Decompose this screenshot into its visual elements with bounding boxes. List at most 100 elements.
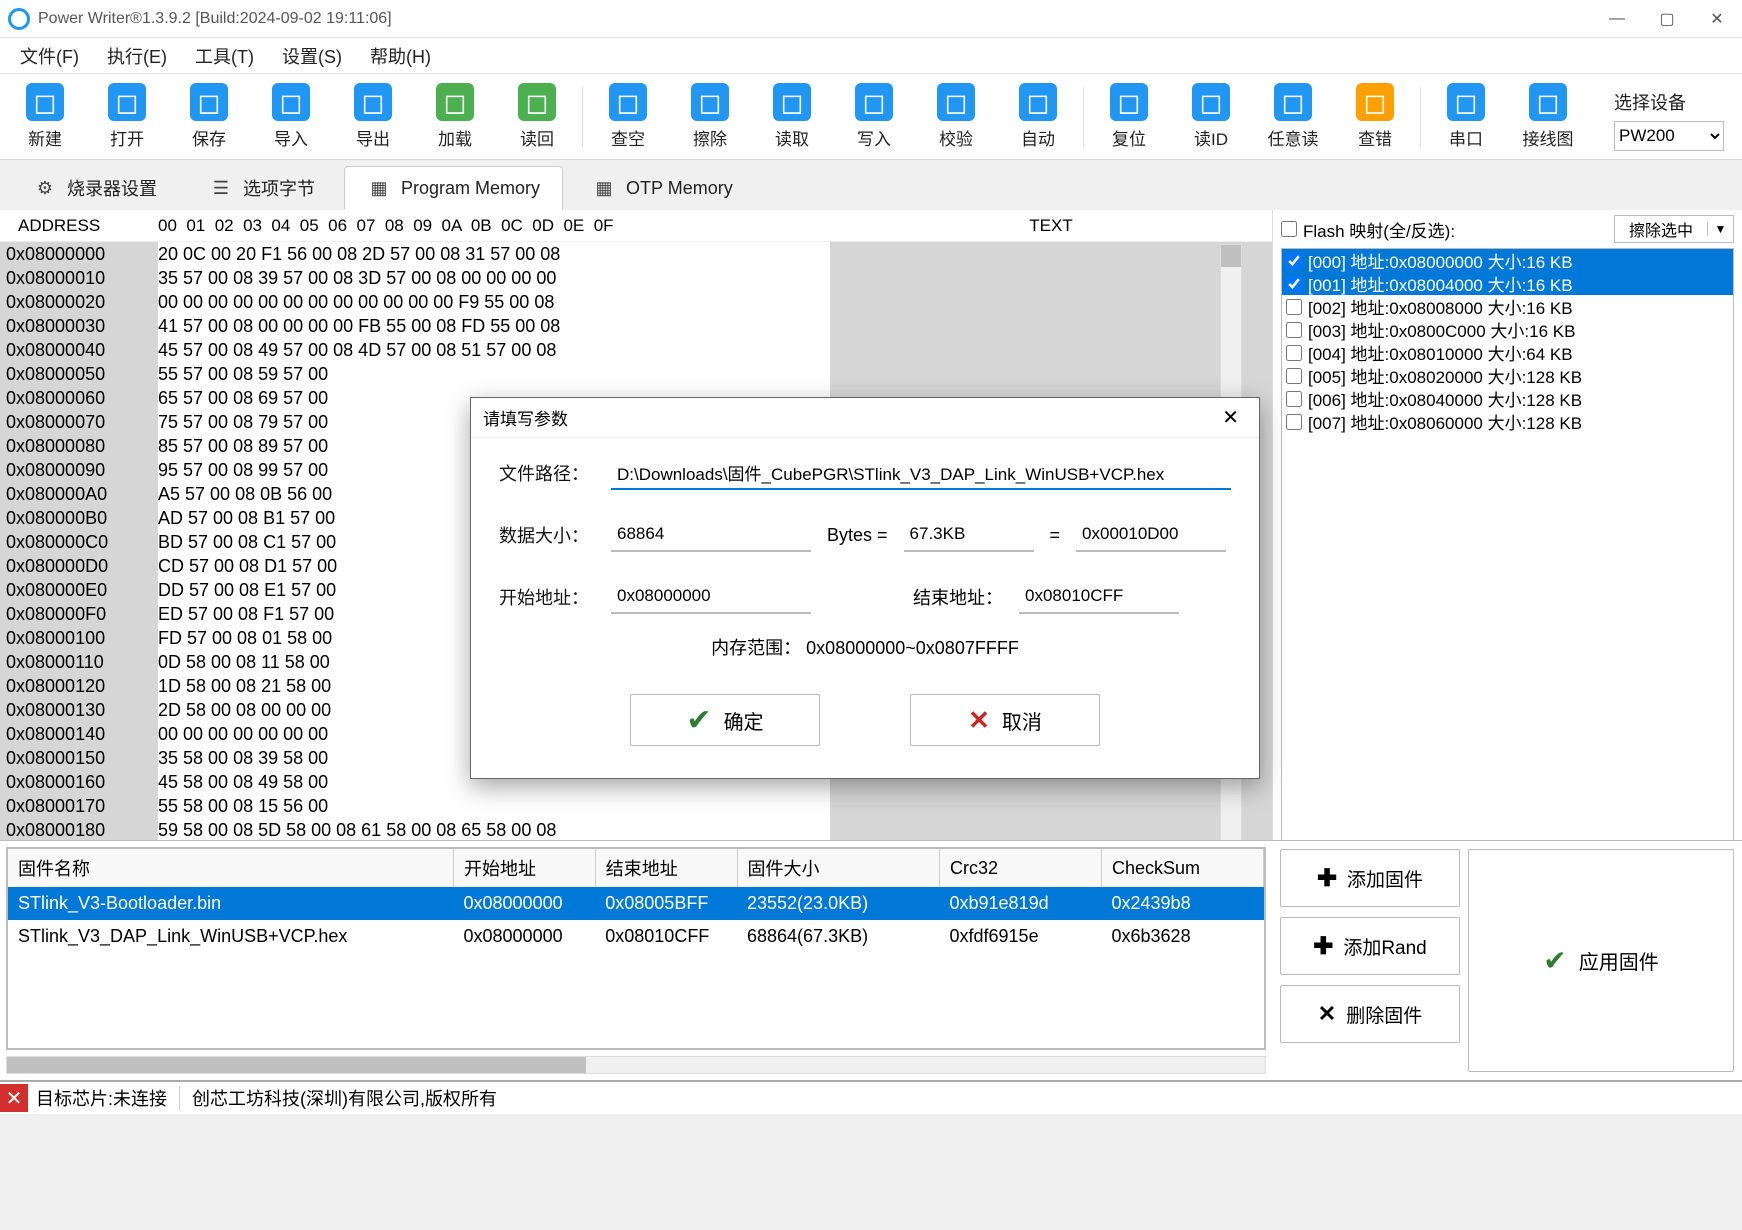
firmware-row[interactable]: STlink_V3-Bootloader.bin0x080000000x0800… [8, 887, 1264, 920]
apply-firmware-button[interactable]: ✔ 应用固件 [1468, 849, 1734, 1072]
dialog-ok-button[interactable]: ✔ 确定 [630, 694, 820, 746]
dialog-cancel-button[interactable]: ✕ 取消 [910, 694, 1100, 746]
maximize-button[interactable]: ▢ [1642, 0, 1692, 38]
menu-item[interactable]: 帮助(H) [356, 39, 445, 73]
hex-row[interactable]: 0x0800005055 57 00 08 59 57 00 [0, 362, 1272, 386]
end-addr-input[interactable] [1019, 580, 1179, 614]
tab[interactable]: ▦OTP Memory [569, 166, 756, 210]
hex-row[interactable]: 0x0800002000 00 00 00 00 00 00 00 00 00 … [0, 290, 1272, 314]
toolbar-button[interactable]: ◻复位 [1088, 76, 1170, 158]
dialog-close-button[interactable]: ✕ [1214, 401, 1247, 434]
toolbar-button[interactable]: ◻擦除 [669, 76, 751, 158]
flash-item-checkbox[interactable] [1286, 414, 1302, 430]
device-select-dropdown[interactable]: PW200 [1614, 121, 1724, 151]
flash-item-checkbox[interactable] [1286, 368, 1302, 384]
toolbar-button[interactable]: ◻任意读 [1252, 76, 1334, 158]
flash-select-all-checkbox[interactable] [1281, 221, 1297, 237]
flash-list-item[interactable]: [003] 地址:0x0800C000 大小:16 KB [1282, 318, 1733, 341]
add-rand-button[interactable]: ✚ 添加Rand [1280, 917, 1460, 975]
delete-firmware-button[interactable]: ✕ 删除固件 [1280, 985, 1460, 1043]
x-icon: ✕ [968, 705, 990, 736]
hex-row[interactable]: 0x0800004045 57 00 08 49 57 00 08 4D 57 … [0, 338, 1272, 362]
tab[interactable]: ▦Program Memory [344, 166, 563, 210]
toolbar-button[interactable]: ◻查空 [587, 76, 669, 158]
hex-bytes: 55 58 00 08 15 56 00 [158, 794, 830, 818]
flash-list-item[interactable]: [007] 地址:0x08060000 大小:128 KB [1282, 410, 1733, 433]
flash-item-checkbox[interactable] [1286, 276, 1302, 292]
firmware-col-header[interactable]: 开始地址 [454, 849, 596, 887]
toolbar-button[interactable]: ◻加载 [414, 76, 496, 158]
firmware-row[interactable]: STlink_V3_DAP_Link_WinUSB+VCP.hex0x08000… [8, 920, 1264, 953]
hex-text [830, 242, 1272, 266]
toolbar-button[interactable]: ◻新建 [4, 76, 86, 158]
toolbar-button[interactable]: ◻读ID [1170, 76, 1252, 158]
toolbar-button[interactable]: ◻接线图 [1507, 76, 1589, 158]
tab[interactable]: ☰选项字节 [186, 166, 338, 210]
flash-list-item[interactable]: [006] 地址:0x08040000 大小:128 KB [1282, 387, 1733, 410]
flash-item-label: [006] 地址:0x08040000 大小:128 KB [1308, 386, 1582, 411]
menu-item[interactable]: 文件(F) [6, 39, 93, 73]
tab-label: 选项字节 [243, 175, 315, 201]
flash-item-checkbox[interactable] [1286, 299, 1302, 315]
hex-address: 0x08000140 [0, 722, 158, 746]
toolbar-icon: ◻ [1529, 83, 1567, 121]
data-size-input[interactable] [611, 518, 811, 552]
toolbar-button[interactable]: ◻校验 [915, 76, 997, 158]
toolbar-button[interactable]: ◻串口 [1425, 76, 1507, 158]
menu-item[interactable]: 执行(E) [93, 39, 181, 73]
firmware-cell: 0x08010CFF [595, 920, 737, 953]
data-size-kb-input[interactable] [904, 518, 1034, 552]
hex-header-row: ADDRESS 00 01 02 03 04 05 06 07 08 09 0A… [0, 210, 1272, 242]
toolbar-button[interactable]: ◻保存 [168, 76, 250, 158]
add-firmware-button[interactable]: ✚ 添加固件 [1280, 849, 1460, 907]
tab-label: Program Memory [401, 178, 540, 199]
flash-item-checkbox[interactable] [1286, 391, 1302, 407]
hex-row[interactable]: 0x0800001035 57 00 08 39 57 00 08 3D 57 … [0, 266, 1272, 290]
firmware-scrollbar-horizontal[interactable] [6, 1056, 1266, 1074]
flash-header-label: Flash 映射(全/反选): [1303, 217, 1608, 242]
minimize-button[interactable]: — [1592, 0, 1642, 38]
close-button[interactable]: ✕ [1692, 0, 1742, 38]
toolbar-icon: ◻ [1447, 83, 1485, 121]
flash-list-item[interactable]: [005] 地址:0x08020000 大小:128 KB [1282, 364, 1733, 387]
menu-item[interactable]: 工具(T) [181, 39, 268, 73]
hex-row[interactable]: 0x0800000020 0C 00 20 F1 56 00 08 2D 57 … [0, 242, 1272, 266]
firmware-col-header[interactable]: 固件大小 [737, 849, 940, 887]
file-path-input[interactable] [611, 456, 1231, 490]
flash-list-item[interactable]: [000] 地址:0x08000000 大小:16 KB [1282, 249, 1733, 272]
start-addr-input[interactable] [611, 580, 811, 614]
tab[interactable]: ⚙烧录器设置 [10, 166, 180, 210]
flash-list-item[interactable]: [001] 地址:0x08004000 大小:16 KB [1282, 272, 1733, 295]
toolbar-button[interactable]: ◻导入 [250, 76, 332, 158]
hex-scrollbar-thumb[interactable] [1221, 245, 1241, 267]
data-size-hex-input[interactable] [1076, 518, 1226, 552]
hex-row[interactable]: 0x0800017055 58 00 08 15 56 00 [0, 794, 1272, 818]
toolbar-button[interactable]: ◻自动 [997, 76, 1079, 158]
firmware-col-header[interactable]: 固件名称 [8, 849, 454, 887]
hex-row[interactable]: 0x0800018059 58 00 08 5D 58 00 08 61 58 … [0, 818, 1272, 842]
toolbar-separator [1083, 87, 1084, 147]
toolbar-button[interactable]: ◻写入 [833, 76, 915, 158]
flash-item-checkbox[interactable] [1286, 322, 1302, 338]
apply-firmware-label: 应用固件 [1579, 946, 1659, 975]
flash-action-dropdown[interactable]: 擦除选中 ▼ [1614, 215, 1734, 243]
firmware-table[interactable]: 固件名称开始地址结束地址固件大小Crc32CheckSumSTlink_V3-B… [6, 847, 1266, 1050]
toolbar-button[interactable]: ◻打开 [86, 76, 168, 158]
firmware-col-header[interactable]: 结束地址 [595, 849, 737, 887]
bytes-label: Bytes = [827, 525, 888, 546]
firmware-col-header[interactable]: Crc32 [940, 849, 1102, 887]
hex-row[interactable]: 0x0800003041 57 00 08 00 00 00 00 FB 55 … [0, 314, 1272, 338]
firmware-scrollbar-thumb[interactable] [7, 1057, 586, 1073]
toolbar-button[interactable]: ◻导出 [332, 76, 414, 158]
toolbar-label: 任意读 [1268, 125, 1319, 150]
toolbar-button[interactable]: ◻读回 [496, 76, 578, 158]
flash-item-checkbox[interactable] [1286, 253, 1302, 269]
flash-list-item[interactable]: [004] 地址:0x08010000 大小:64 KB [1282, 341, 1733, 364]
flash-list[interactable]: [000] 地址:0x08000000 大小:16 KB[001] 地址:0x0… [1281, 248, 1734, 880]
toolbar-button[interactable]: ◻查错 [1334, 76, 1416, 158]
firmware-col-header[interactable]: CheckSum [1102, 849, 1264, 887]
menu-item[interactable]: 设置(S) [268, 39, 356, 73]
flash-item-checkbox[interactable] [1286, 345, 1302, 361]
flash-list-item[interactable]: [002] 地址:0x08008000 大小:16 KB [1282, 295, 1733, 318]
toolbar-button[interactable]: ◻读取 [751, 76, 833, 158]
